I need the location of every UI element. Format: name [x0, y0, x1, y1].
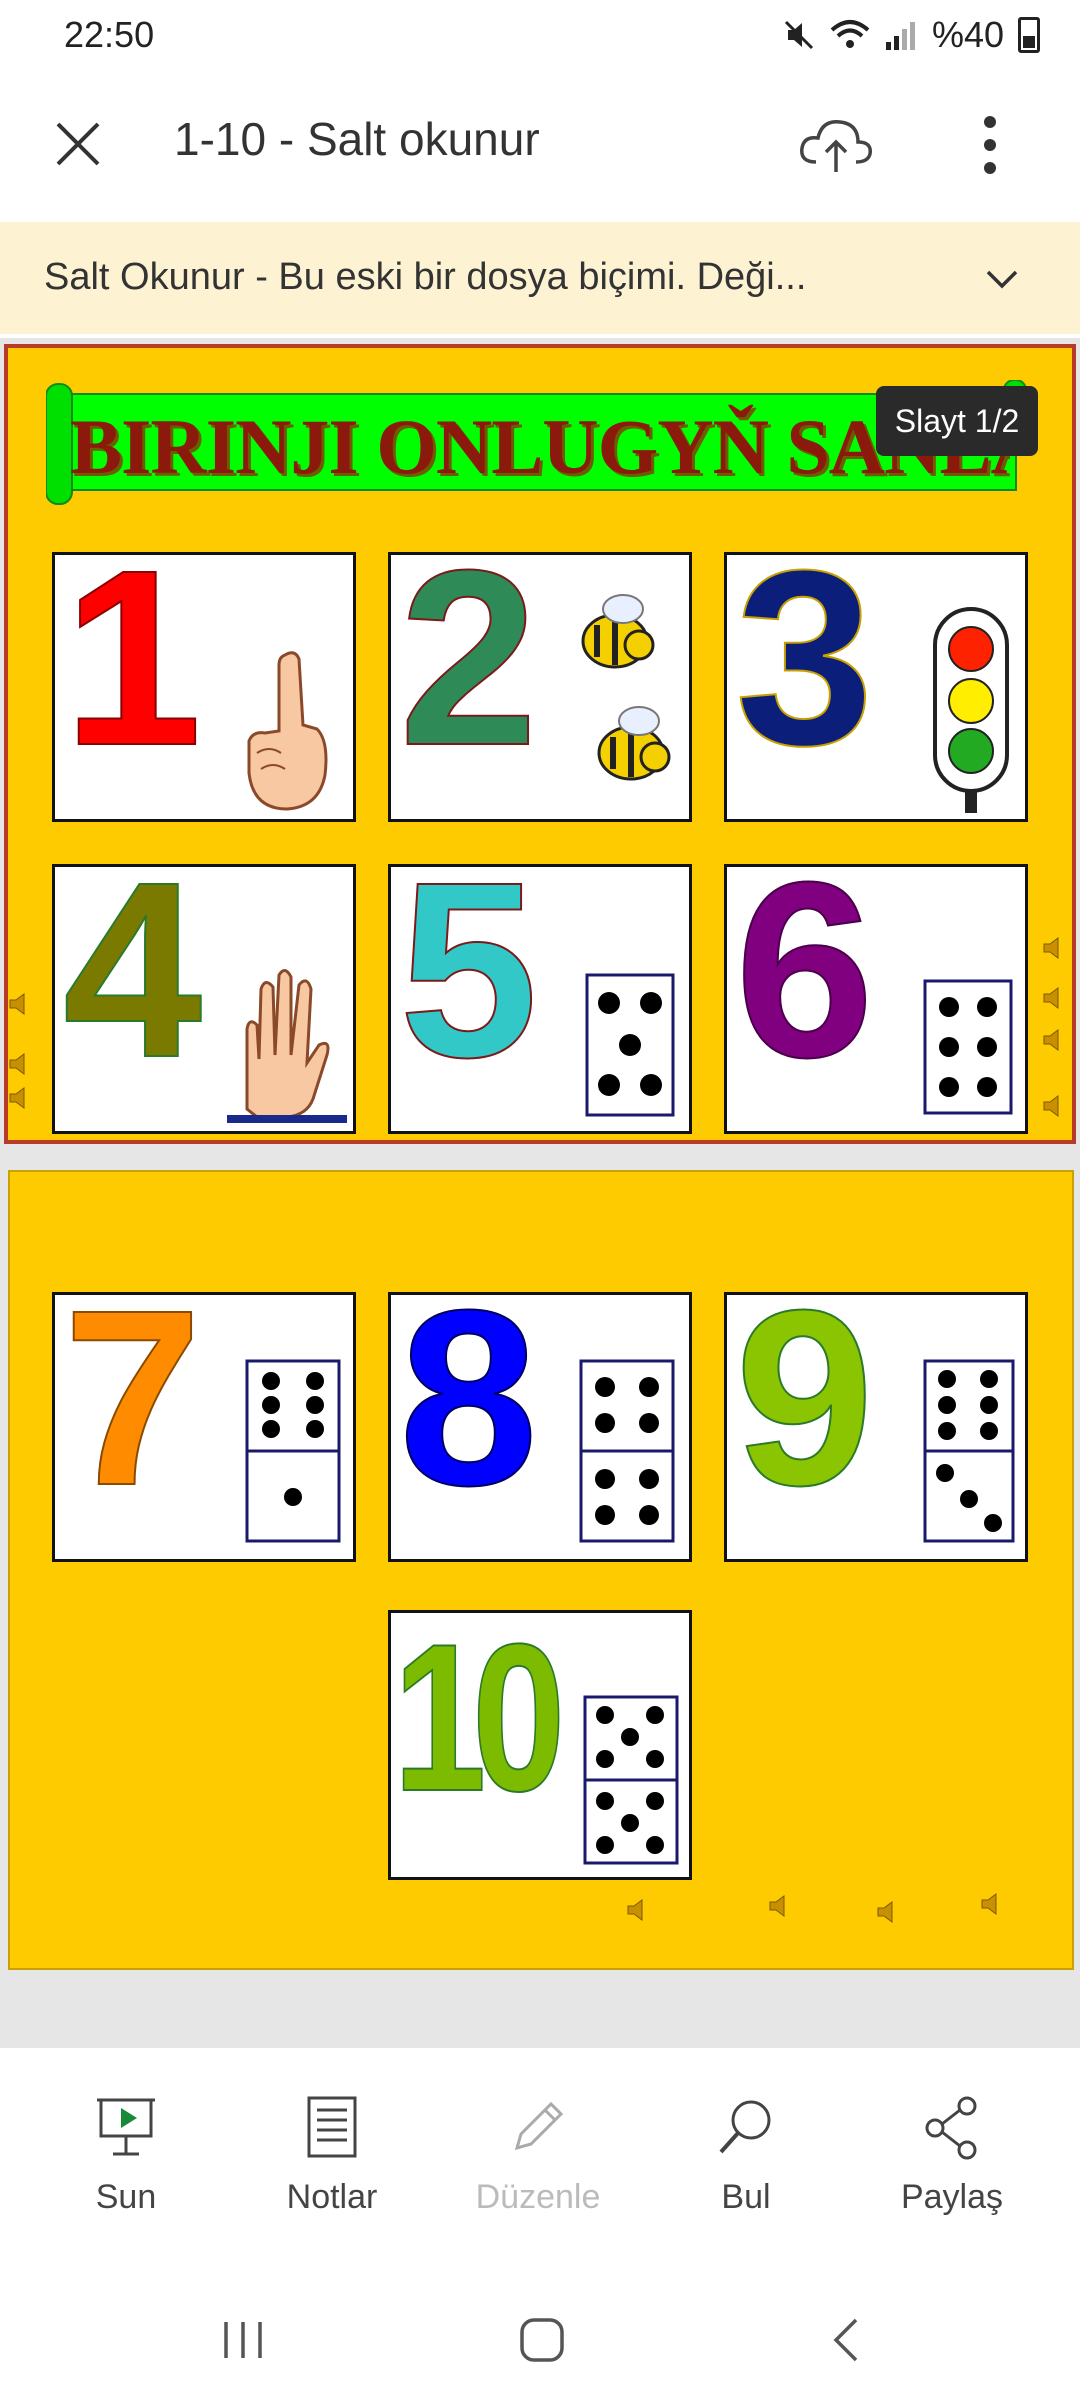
- slide-counter-badge: Slayt 1/2: [876, 386, 1038, 456]
- status-bar: 22:50 %40: [0, 0, 1080, 72]
- notes-icon: [307, 2096, 357, 2158]
- system-nav-bar: [0, 2268, 1080, 2408]
- number-label: 10: [392, 1610, 566, 1835]
- signal-icon: [885, 22, 915, 50]
- number-label: 9: [734, 1292, 875, 1537]
- number-card-5: 5: [388, 864, 692, 1134]
- hand-one-finger-icon: [247, 651, 328, 811]
- present-label: Sun: [95, 2178, 157, 2216]
- domino-icon: [583, 1695, 679, 1865]
- number-label: 2: [398, 552, 539, 797]
- share-label: Paylaş: [900, 2178, 1004, 2216]
- speaker-icon[interactable]: [6, 1050, 34, 1078]
- banner-text: Salt Okunur - Bu eski bir dosya biçimi. …: [44, 256, 807, 298]
- speaker-icon[interactable]: [1040, 934, 1068, 962]
- number-card-1: 1: [52, 552, 356, 822]
- number-label: 4: [62, 864, 203, 1109]
- home-icon[interactable]: [518, 2316, 566, 2364]
- edit-label: Düzenle: [475, 2178, 601, 2216]
- share-icon: [925, 2096, 977, 2160]
- number-label: 3: [734, 552, 875, 797]
- number-card-7: 7: [52, 1292, 356, 1562]
- present-button[interactable]: Sun: [46, 2092, 206, 2217]
- edit-button[interactable]: Düzenle: [458, 2092, 618, 2217]
- recent-apps-icon[interactable]: [218, 2318, 268, 2362]
- chevron-down-icon[interactable]: [982, 258, 1022, 298]
- hand-four-fingers-icon: [227, 969, 347, 1123]
- document-title: 1-10 - Salt okunur: [174, 113, 540, 165]
- domino-icon: [579, 1359, 675, 1543]
- number-label: 6: [734, 864, 875, 1109]
- speaker-icon[interactable]: [6, 990, 34, 1018]
- more-options-icon[interactable]: [970, 110, 1010, 180]
- slide-title: BIRINJI ONLUGYŇ SANLARY: [70, 403, 1010, 490]
- share-button[interactable]: Paylaş: [872, 2092, 1032, 2217]
- wifi-icon: [830, 20, 870, 48]
- speaker-icon[interactable]: [1040, 1026, 1068, 1054]
- number-label: 1: [62, 552, 203, 797]
- status-icons: %40: [782, 14, 1040, 56]
- mute-icon: [784, 20, 813, 50]
- app-toolbar: 1-10 - Salt okunur: [0, 82, 1080, 202]
- number-label: 7: [62, 1292, 203, 1537]
- search-icon: [719, 2100, 771, 2154]
- speaker-icon[interactable]: [978, 1890, 1006, 1918]
- cloud-upload-icon[interactable]: [796, 112, 876, 176]
- back-icon[interactable]: [826, 2316, 866, 2364]
- find-label: Bul: [721, 2178, 771, 2216]
- dice-five-icon: [585, 973, 675, 1117]
- number-label: 8: [398, 1292, 539, 1537]
- number-card-4: 4: [52, 864, 356, 1134]
- number-card-6: 6: [724, 864, 1028, 1134]
- close-icon[interactable]: [48, 114, 108, 174]
- speaker-icon[interactable]: [1040, 1092, 1068, 1120]
- status-time: 22:50: [64, 14, 155, 55]
- present-icon: [97, 2098, 155, 2156]
- speaker-icon[interactable]: [624, 1896, 652, 1924]
- number-label: 5: [398, 864, 539, 1109]
- speaker-icon[interactable]: [766, 1892, 794, 1920]
- domino-icon: [245, 1359, 341, 1543]
- number-card-2: 2: [388, 552, 692, 822]
- bees-icon: [581, 594, 671, 781]
- speaker-icon[interactable]: [874, 1898, 902, 1926]
- battery-icon: [1018, 17, 1040, 53]
- read-only-banner[interactable]: Salt Okunur - Bu eski bir dosya biçimi. …: [0, 222, 1080, 334]
- speaker-icon[interactable]: [1040, 984, 1068, 1012]
- battery-percent: %40: [931, 14, 1004, 55]
- notes-button[interactable]: Notlar: [252, 2092, 412, 2217]
- notes-label: Notlar: [286, 2178, 378, 2216]
- pencil-icon: [514, 2101, 564, 2151]
- number-card-9: 9: [724, 1292, 1028, 1562]
- dice-six-icon: [923, 979, 1013, 1115]
- find-button[interactable]: Bul: [666, 2092, 826, 2217]
- number-card-8: 8: [388, 1292, 692, 1562]
- domino-icon: [923, 1359, 1015, 1543]
- number-card-3: 3: [724, 552, 1028, 822]
- number-card-10: 10: [388, 1610, 692, 1880]
- speaker-icon[interactable]: [6, 1084, 34, 1112]
- traffic-light-icon: [933, 607, 1009, 813]
